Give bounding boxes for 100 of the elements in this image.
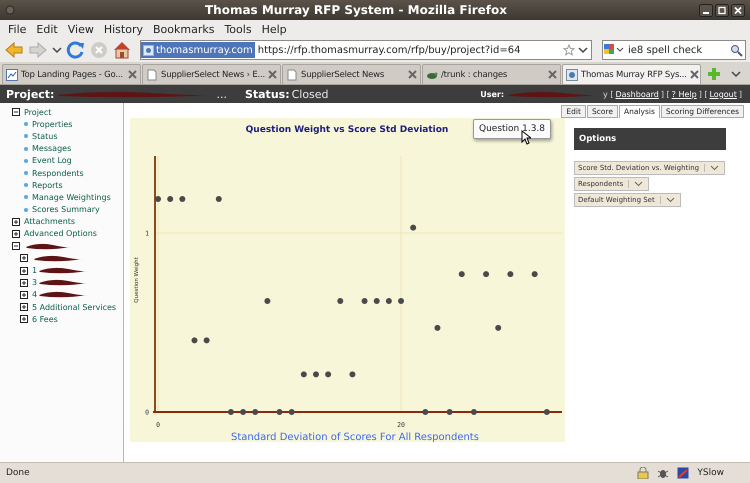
data-point[interactable] <box>276 409 283 415</box>
minimize-icon[interactable] <box>699 4 713 16</box>
search-icon[interactable] <box>730 44 743 56</box>
data-point[interactable] <box>240 409 246 415</box>
site-identity-button[interactable]: thomasmurray.com <box>141 42 255 58</box>
maximize-icon[interactable] <box>715 4 729 16</box>
menu-item[interactable]: History <box>98 22 148 36</box>
tree-item[interactable]: 1 <box>32 266 38 276</box>
close-icon[interactable] <box>731 4 745 16</box>
menu-item[interactable]: Help <box>256 22 292 36</box>
data-point[interactable] <box>362 298 368 304</box>
bullet-icon <box>24 183 28 188</box>
tree-item[interactable]: Status <box>32 132 58 141</box>
tree-item[interactable]: Project <box>24 108 52 117</box>
search-field[interactable]: ie8 spell check <box>602 40 746 60</box>
browser-tab[interactable]: Top Landing Pages - Go... <box>2 64 141 84</box>
bullet-icon <box>24 158 28 163</box>
expand-icon[interactable] <box>20 278 28 287</box>
caret-icon[interactable] <box>52 46 62 54</box>
data-point[interactable] <box>483 271 490 278</box>
data-point[interactable] <box>300 371 307 378</box>
expand-icon[interactable] <box>20 315 28 324</box>
tree-item[interactable]: Reports <box>32 180 63 190</box>
menu-item[interactable]: Tools <box>219 22 257 36</box>
browser-tab[interactable]: /trunk : changes <box>422 64 561 84</box>
collapse-icon[interactable] <box>12 242 20 250</box>
data-point[interactable] <box>532 271 538 278</box>
browser-tab[interactable]: SupplierSelect News <box>282 64 421 84</box>
data-point[interactable] <box>204 337 210 344</box>
expand-icon[interactable] <box>20 254 28 262</box>
data-point[interactable] <box>458 271 465 278</box>
browser-tab[interactable]: SupplierSelect News › E... <box>142 64 281 84</box>
expand-icon[interactable] <box>20 303 28 312</box>
header-text: ] [ <box>660 90 670 98</box>
tree-item[interactable]: 3 <box>32 278 38 288</box>
tree-item[interactable]: Event Log <box>32 156 72 166</box>
data-point[interactable] <box>386 298 392 304</box>
browser-tab[interactable]: Thomas Murray RFP Sys... <box>562 64 701 84</box>
cursor-icon <box>521 130 531 145</box>
data-point[interactable] <box>216 196 222 202</box>
menu-item[interactable]: View <box>62 22 99 36</box>
tree-item[interactable]: Advanced Options <box>24 229 97 238</box>
data-point[interactable] <box>374 298 380 304</box>
tree-item[interactable]: Attachments <box>24 217 76 226</box>
caret-icon[interactable] <box>578 46 588 54</box>
bullet-icon <box>24 122 28 126</box>
data-point[interactable] <box>167 196 174 202</box>
data-point[interactable] <box>410 224 416 231</box>
data-point[interactable] <box>264 298 270 304</box>
data-point[interactable] <box>325 371 332 378</box>
window-menu-icon[interactable] <box>5 5 15 15</box>
data-point[interactable] <box>446 409 453 415</box>
tree-item[interactable]: 5 Additional Services <box>32 302 116 312</box>
tree-item[interactable]: Messages <box>32 144 72 154</box>
tree-item[interactable]: 6 Fees <box>32 314 58 324</box>
menu-item[interactable]: Edit <box>31 22 63 36</box>
home-icon[interactable] <box>112 41 132 59</box>
expand-icon[interactable] <box>20 290 28 299</box>
data-point[interactable] <box>398 298 404 304</box>
header-link[interactable]: ? Help <box>672 90 697 98</box>
caret-icon[interactable] <box>731 70 741 78</box>
status-value: Closed <box>292 88 329 100</box>
tree-item[interactable]: Scores Summary <box>32 205 100 214</box>
header-link[interactable]: Logout <box>709 90 737 98</box>
expand-icon[interactable] <box>20 266 28 275</box>
addon-label[interactable]: YSlow <box>697 468 724 478</box>
expand-icon[interactable] <box>12 218 20 226</box>
data-point[interactable] <box>337 298 344 304</box>
data-point[interactable] <box>312 371 319 378</box>
expand-icon[interactable] <box>12 230 20 238</box>
reload-icon[interactable] <box>66 41 86 59</box>
data-point[interactable] <box>349 371 356 378</box>
gauge-icon[interactable] <box>677 467 690 479</box>
data-point[interactable] <box>422 409 428 415</box>
tree-item[interactable]: 4 <box>32 290 38 300</box>
data-point[interactable] <box>252 409 258 415</box>
page-icon <box>146 68 158 80</box>
data-point[interactable] <box>155 196 162 202</box>
header-link[interactable]: Dashboard <box>615 90 659 98</box>
star-icon[interactable] <box>563 44 575 56</box>
lock-icon[interactable] <box>637 467 650 479</box>
back-icon[interactable] <box>4 41 24 59</box>
data-point[interactable] <box>228 409 234 415</box>
menu-item[interactable]: Bookmarks <box>148 22 220 36</box>
data-point[interactable] <box>191 337 198 344</box>
data-point[interactable] <box>434 324 440 331</box>
menu-item[interactable]: File <box>3 22 32 36</box>
bug-icon[interactable] <box>657 467 670 479</box>
tree-item[interactable]: Properties <box>32 120 72 129</box>
data-point[interactable] <box>179 196 186 202</box>
search-engine-icon[interactable] <box>603 43 625 57</box>
tree-item[interactable]: Manage Weightings <box>32 192 111 202</box>
data-point[interactable] <box>544 409 550 415</box>
data-point[interactable] <box>288 409 295 415</box>
data-point[interactable] <box>495 324 502 331</box>
address-field[interactable]: thomasmurray.com https://rfp.thomasmurray.com/rfp/buy/project?id=64 <box>140 40 592 60</box>
tree-item[interactable]: Respondents <box>32 168 84 178</box>
data-point[interactable] <box>470 409 477 415</box>
data-point[interactable] <box>507 271 514 278</box>
collapse-icon[interactable] <box>12 108 20 116</box>
